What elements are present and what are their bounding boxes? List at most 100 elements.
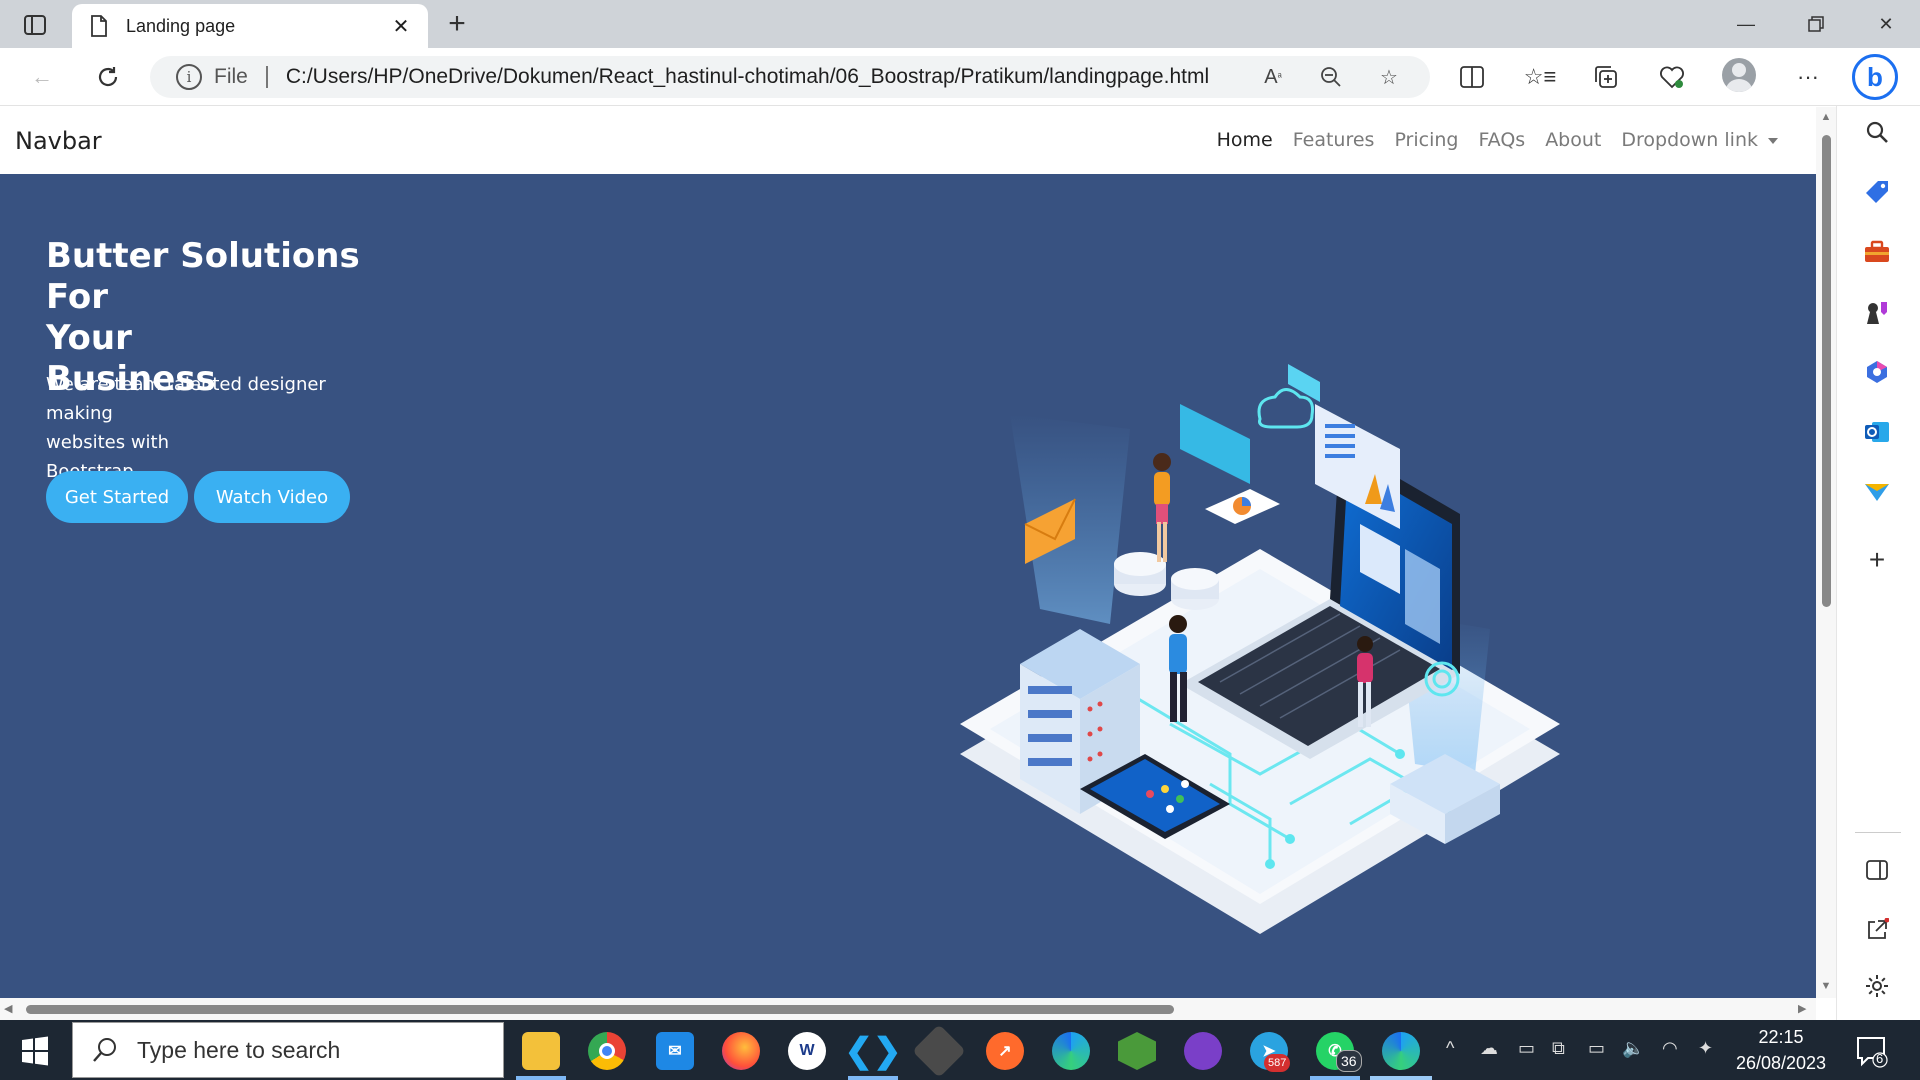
copilot-bing-icon[interactable]: b bbox=[1852, 54, 1898, 100]
microsoft-365-icon[interactable] bbox=[1859, 354, 1895, 390]
hero-section: Butter Solutions For Your Business We ar… bbox=[0, 174, 1816, 998]
hero-subtitle: We are team talented designer making web… bbox=[46, 370, 386, 486]
app-running-indicator bbox=[516, 1076, 566, 1080]
favorite-star-icon[interactable]: ☆ bbox=[1372, 60, 1406, 94]
nodejs-icon[interactable] bbox=[1118, 1032, 1156, 1070]
drop-send-icon[interactable] bbox=[1859, 474, 1895, 510]
site-info-icon[interactable]: i bbox=[176, 64, 202, 90]
zoom-out-icon[interactable] bbox=[1314, 60, 1348, 94]
system-clock[interactable]: 22:15 26/08/2023 bbox=[1726, 1024, 1836, 1076]
meet-now-icon[interactable]: ▭ bbox=[1518, 1038, 1535, 1059]
close-tab-icon[interactable]: ✕ bbox=[388, 13, 414, 39]
refresh-icon[interactable] bbox=[90, 60, 126, 94]
outlook-icon[interactable] bbox=[1859, 414, 1895, 450]
volume-icon[interactable]: 🔈 bbox=[1622, 1038, 1644, 1059]
hero-subtitle-line: websites with bbox=[46, 432, 170, 453]
mail-icon[interactable]: ✉ bbox=[656, 1032, 694, 1070]
git-kraken-icon[interactable] bbox=[912, 1024, 966, 1078]
scroll-up-arrow-icon[interactable]: ▲ bbox=[1820, 111, 1832, 123]
onedrive-cloud-icon[interactable]: ☁ bbox=[1480, 1038, 1498, 1059]
nav-dropdown[interactable]: Dropdown link bbox=[1621, 129, 1778, 151]
nav-faqs[interactable]: FAQs bbox=[1478, 129, 1525, 151]
vertical-scroll-thumb[interactable] bbox=[1822, 135, 1831, 607]
hero-title-line: Butter Solutions For bbox=[46, 236, 360, 317]
sidebar-divider bbox=[1855, 832, 1901, 833]
search-placeholder: Type here to search bbox=[137, 1036, 341, 1063]
scroll-right-arrow-icon[interactable]: ▶ bbox=[1798, 1002, 1810, 1015]
browser-toolbar: ← i File C:/Users/HP/OneDrive/Dokumen/Re… bbox=[0, 48, 1920, 106]
taskbar-search-box[interactable]: Type here to search bbox=[72, 1022, 504, 1078]
scroll-left-arrow-icon[interactable]: ◀ bbox=[4, 1002, 16, 1015]
horizontal-scrollbar[interactable]: ◀ ▶ bbox=[0, 998, 1816, 1020]
minimize-icon[interactable]: — bbox=[1712, 0, 1780, 48]
site-navbar: Navbar Home Features Pricing FAQs About … bbox=[0, 107, 1816, 174]
settings-gear-icon[interactable] bbox=[1859, 968, 1895, 1004]
page-icon bbox=[86, 13, 112, 39]
games-chess-icon[interactable] bbox=[1859, 294, 1895, 330]
nav-links: Home Features Pricing FAQs About Dropdow… bbox=[1217, 129, 1778, 151]
wifi-icon[interactable]: ◠ bbox=[1662, 1038, 1678, 1059]
tab-title: Landing page bbox=[126, 15, 236, 36]
firefox-icon[interactable] bbox=[722, 1032, 760, 1070]
dropbox-icon[interactable]: ✦ bbox=[1698, 1038, 1713, 1059]
word-app-icon[interactable]: W bbox=[788, 1032, 826, 1070]
collections-icon[interactable] bbox=[1588, 60, 1624, 94]
url-scheme-label: File bbox=[214, 65, 248, 88]
profile-avatar[interactable] bbox=[1722, 58, 1756, 92]
nav-features[interactable]: Features bbox=[1293, 129, 1375, 151]
show-hidden-icons-chevron-icon[interactable]: ^ bbox=[1446, 1038, 1454, 1059]
restore-icon[interactable] bbox=[1782, 0, 1850, 48]
notification-count: 6 bbox=[1876, 1051, 1884, 1066]
shopping-tag-icon[interactable] bbox=[1859, 174, 1895, 210]
new-tab-button[interactable]: + bbox=[440, 7, 474, 40]
url-separator bbox=[265, 66, 268, 88]
more-options-icon[interactable]: ··· bbox=[1790, 60, 1826, 94]
clock-time: 22:15 bbox=[1758, 1027, 1804, 1047]
vscode-icon[interactable]: ❮❯ bbox=[845, 1032, 902, 1070]
display-icon[interactable]: ⧉ bbox=[1552, 1038, 1565, 1059]
chrome-icon[interactable] bbox=[588, 1032, 626, 1070]
clock-date: 26/08/2023 bbox=[1735, 1053, 1827, 1073]
postman-icon[interactable]: ↗ bbox=[986, 1032, 1024, 1070]
browser-essentials-icon[interactable] bbox=[1654, 60, 1690, 94]
scroll-down-arrow-icon[interactable]: ▼ bbox=[1820, 980, 1832, 992]
split-screen-icon[interactable] bbox=[1454, 60, 1490, 94]
telegram-badge: 587 bbox=[1264, 1054, 1291, 1072]
favorites-icon[interactable]: ☆≡ bbox=[1522, 60, 1558, 94]
windows-start-icon[interactable] bbox=[14, 1034, 56, 1068]
tab-actions-icon[interactable] bbox=[18, 10, 52, 40]
notification-center-icon[interactable]: 6 bbox=[1854, 1034, 1888, 1068]
github-desktop-icon[interactable] bbox=[1184, 1032, 1222, 1070]
address-bar[interactable]: i File C:/Users/HP/OneDrive/Dokumen/Reac… bbox=[150, 56, 1430, 98]
search-icon bbox=[93, 1038, 116, 1062]
nav-home[interactable]: Home bbox=[1217, 129, 1273, 151]
nav-about[interactable]: About bbox=[1545, 129, 1601, 151]
url-text[interactable]: C:/Users/HP/OneDrive/Dokumen/React_hasti… bbox=[286, 65, 1209, 89]
vertical-scrollbar[interactable]: ▲ ▼ bbox=[1816, 107, 1836, 998]
close-window-icon[interactable]: ✕ bbox=[1852, 0, 1920, 48]
tab-strip: Landing page ✕ + — ✕ bbox=[0, 0, 1920, 48]
hero-title-line: Your bbox=[46, 318, 132, 358]
watch-video-button[interactable]: Watch Video bbox=[194, 471, 350, 523]
read-aloud-icon[interactable]: Aᵃ bbox=[1256, 60, 1290, 94]
edge-icon[interactable] bbox=[1052, 1032, 1090, 1070]
external-link-icon[interactable] bbox=[1859, 912, 1895, 948]
nav-dropdown-label: Dropdown link bbox=[1621, 129, 1758, 151]
battery-icon[interactable]: ▭ bbox=[1588, 1038, 1605, 1059]
whatsapp-badge: 36 bbox=[1336, 1050, 1362, 1072]
back-icon[interactable]: ← bbox=[24, 60, 60, 94]
hide-sidebar-icon[interactable] bbox=[1859, 852, 1895, 888]
page-viewport: Navbar Home Features Pricing FAQs About … bbox=[0, 107, 1816, 998]
horizontal-scroll-thumb[interactable] bbox=[26, 1005, 1174, 1014]
get-started-button[interactable]: Get Started bbox=[46, 471, 188, 523]
tools-briefcase-icon[interactable] bbox=[1859, 234, 1895, 270]
active-tab[interactable]: Landing page ✕ bbox=[72, 4, 428, 48]
hero-subtitle-line: We are team talented designer making bbox=[46, 374, 326, 424]
navbar-brand[interactable]: Navbar bbox=[15, 127, 102, 155]
nav-pricing[interactable]: Pricing bbox=[1394, 129, 1458, 151]
search-icon[interactable] bbox=[1859, 114, 1895, 150]
app-running-indicator bbox=[848, 1076, 898, 1080]
file-explorer-icon[interactable] bbox=[522, 1032, 560, 1070]
add-sidebar-app-icon[interactable]: + bbox=[1859, 542, 1895, 578]
edge-active-icon[interactable] bbox=[1382, 1032, 1420, 1070]
